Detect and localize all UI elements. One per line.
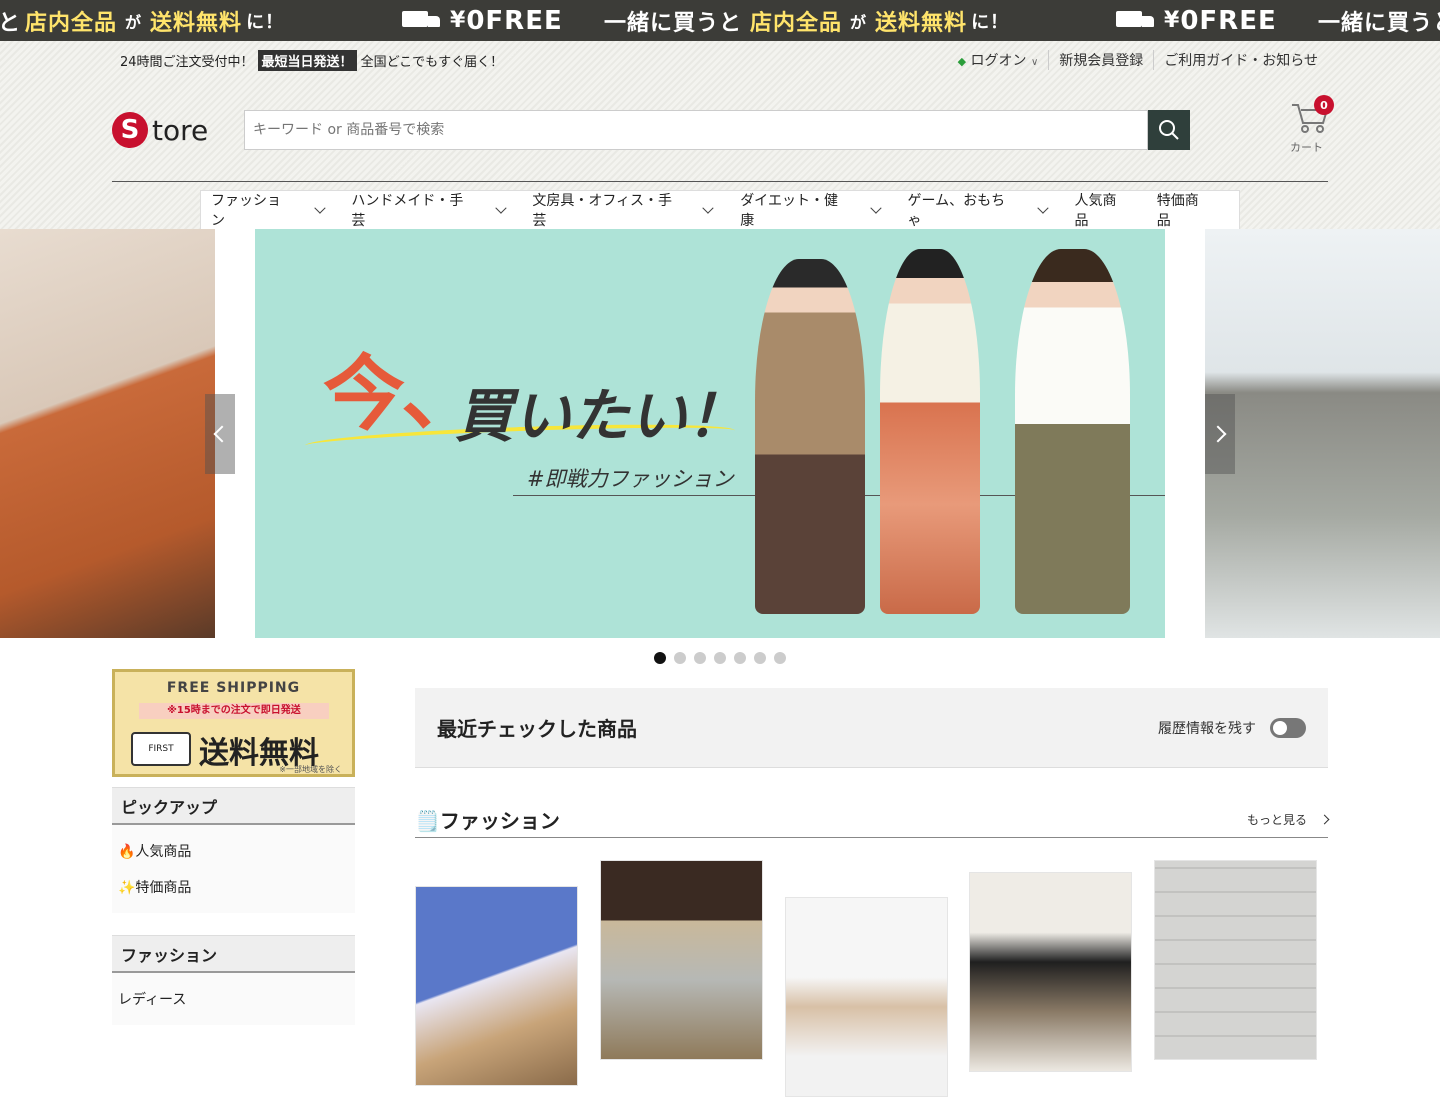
truck-icon: FIRST	[131, 732, 191, 766]
marquee-free-segment: ¥0 FREE	[402, 4, 563, 37]
marquee-segment: と店内全品が送料無料 に！	[0, 10, 285, 36]
product-image[interactable]	[1154, 860, 1317, 1060]
left-sidebar: FREE SHIPPING ※15時までの注文で即日発送 FIRST 送料無料 …	[112, 669, 355, 1025]
nav-item-0[interactable]: ファッション	[211, 190, 326, 230]
category-nav: ファッション ハンドメイド・手芸 文房具・オフィス・手芸 ダイエット・健康 ゲーム、おも…	[200, 190, 1240, 229]
same-day-badge: 最短当日発送！	[257, 50, 357, 71]
chevron-right-icon	[1209, 425, 1227, 443]
search-button[interactable]	[1148, 110, 1190, 150]
carousel-dot[interactable]	[714, 652, 726, 664]
history-label: 履歴情報を残す	[1158, 720, 1256, 737]
nav-item-1[interactable]: ハンドメイド・手芸	[351, 190, 507, 230]
carousel-next-button[interactable]	[1205, 394, 1235, 474]
hero-carousel: 今、 買いたい！ #即戦力ファッション	[0, 229, 1440, 638]
marquee-segment: 一緒に買うと 店内全品が送料無料 に！	[604, 10, 1010, 36]
sidebar-item-sale[interactable]: ✨特価商品	[118, 869, 349, 905]
product-image[interactable]	[785, 897, 948, 1097]
nav-item-6[interactable]: 特価商品	[1157, 190, 1211, 230]
carousel-prev-button[interactable]	[205, 394, 235, 474]
marquee-segment: 一緒に買うと	[1318, 10, 1440, 36]
free-shipping-banner[interactable]: FREE SHIPPING ※15時までの注文で即日発送 FIRST 送料無料 …	[112, 669, 355, 777]
recently-viewed-header: 最近チェックした商品 履歴情報を残す	[415, 688, 1328, 768]
search-input[interactable]	[244, 110, 1148, 150]
banner-headline-sub: 買いたい！	[455, 382, 746, 450]
carousel-dot[interactable]	[734, 652, 746, 664]
delivery-notice: 24時間ご注文受付中！ 最短当日発送！ 全国どこでもすぐ届く！	[120, 50, 503, 71]
carousel-dot[interactable]	[674, 652, 686, 664]
marquee-free-segment: ¥0 FREE	[1116, 4, 1277, 37]
pickup-list: 🔥人気商品 ✨特価商品	[112, 825, 355, 913]
banner-hashtag: #即戦力ファッション	[527, 467, 734, 491]
product-image[interactable]	[415, 886, 578, 1086]
prev-slide-preview	[0, 229, 215, 638]
history-toggle[interactable]	[1270, 717, 1306, 738]
search-icon	[1159, 120, 1179, 140]
guide-link[interactable]: ご利用ガイド・お知らせ	[1153, 50, 1328, 70]
chevron-down-icon	[313, 202, 326, 214]
carousel-pagination	[654, 652, 786, 664]
fashion-section-title: 🗒️ファッション	[415, 809, 560, 833]
carousel-dot[interactable]	[754, 652, 766, 664]
chevron-down-icon	[702, 202, 714, 214]
chevron-down-icon	[494, 202, 507, 214]
truck-icon	[402, 9, 442, 33]
sidebar-item-popular[interactable]: 🔥人気商品	[118, 833, 349, 869]
fashion-heading: ファッション	[112, 935, 355, 973]
nav-item-3[interactable]: ダイエット・健康	[740, 190, 882, 230]
cart-button[interactable]: 0 カート	[1286, 95, 1334, 154]
search-bar	[244, 110, 1190, 150]
nav-item-2[interactable]: 文房具・オフィス・手芸	[532, 190, 714, 230]
nav-item-5[interactable]: 人気商品	[1075, 190, 1129, 230]
fashion-list: レディース	[112, 973, 355, 1025]
truck-icon	[1116, 9, 1156, 33]
carousel-dot[interactable]	[694, 652, 706, 664]
cart-count-badge: 0	[1314, 95, 1334, 115]
chevron-left-icon	[213, 425, 231, 443]
product-image[interactable]	[600, 860, 763, 1060]
main-content: 最近チェックした商品 履歴情報を残す 🗒️ファッション もっと見る	[415, 688, 1330, 838]
nav-item-4[interactable]: ゲーム、おもちゃ	[908, 190, 1049, 230]
hero-banner[interactable]: 今、 買いたい！ #即戦力ファッション	[255, 229, 1165, 638]
beginner-icon: ◆	[957, 55, 967, 68]
carousel-dot[interactable]	[774, 652, 786, 664]
carousel-dot[interactable]	[654, 652, 666, 664]
pickup-heading: ピックアップ	[112, 787, 355, 825]
more-link[interactable]: もっと見る	[1247, 811, 1330, 828]
site-logo[interactable]: Store	[112, 112, 208, 148]
chevron-down-icon	[870, 202, 882, 214]
model-figure	[755, 259, 865, 614]
chevron-down-icon	[1037, 202, 1049, 214]
product-image[interactable]	[969, 872, 1132, 1072]
site-header: 24時間ご注文受付中！ 最短当日発送！ 全国どこでもすぐ届く！ ◆ ログオン ∨…	[0, 41, 1440, 229]
account-links: ◆ ログオン ∨ 新規会員登録 ご利用ガイド・お知らせ	[948, 50, 1328, 70]
login-link[interactable]: ◆ ログオン ∨	[948, 50, 1049, 70]
model-figure	[1015, 249, 1130, 614]
header-divider	[112, 181, 1328, 182]
fashion-section-header: 🗒️ファッション もっと見る	[415, 802, 1330, 838]
recently-viewed-title: 最近チェックした商品	[437, 717, 637, 741]
next-slide-preview	[1205, 229, 1440, 638]
promo-marquee: と店内全品が送料無料 に！ ¥0 FREE 一緒に買うと 店内全品が送料無料 に！ ¥0…	[0, 0, 1440, 41]
chevron-down-icon: ∨	[1030, 57, 1039, 68]
model-figure	[880, 249, 980, 614]
sidebar-item-ladies[interactable]: レディース	[118, 981, 349, 1017]
register-link[interactable]: 新規会員登録	[1048, 50, 1153, 70]
chevron-right-icon	[1319, 814, 1330, 825]
